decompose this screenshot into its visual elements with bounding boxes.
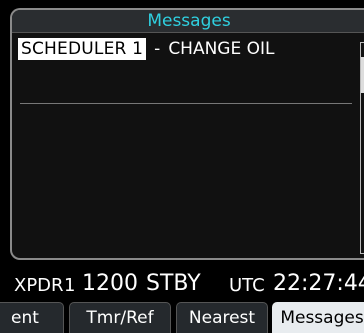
messages-window-title: Messages — [12, 10, 364, 33]
message-separator: - — [154, 39, 161, 59]
message-list: SCHEDULER 1- CHANGE OIL — [18, 36, 364, 256]
message-row[interactable]: SCHEDULER 1- CHANGE OIL — [18, 36, 275, 62]
message-source[interactable]: SCHEDULER 1 — [18, 38, 147, 60]
xpdr-mode: STBY — [146, 271, 201, 296]
utc-label: UTC — [229, 275, 265, 296]
squawk-code: 1200 — [82, 271, 138, 296]
tab-messages[interactable]: Messages — [272, 302, 364, 333]
tab-bar: ent Tmr/Ref Nearest Messages — [0, 300, 364, 333]
utc-time: 22:27:44 — [273, 271, 364, 296]
tab-nearest[interactable]: Nearest — [176, 302, 268, 333]
tab-ent[interactable]: ent — [0, 302, 64, 333]
display-screen: Messages SCHEDULER 1- CHANGE OIL XPDR 1 1… — [0, 0, 364, 333]
status-bar: XPDR 1 1200 STBY UTC 22:27:44 — [0, 266, 364, 300]
xpdr-id: 1 — [64, 275, 76, 296]
xpdr-label: XPDR — [14, 275, 64, 296]
messages-window: Messages SCHEDULER 1- CHANGE OIL — [10, 8, 364, 260]
scrollbar[interactable] — [360, 42, 364, 254]
message-divider — [20, 103, 352, 104]
message-text: CHANGE OIL — [168, 39, 275, 59]
tab-tmr-ref[interactable]: Tmr/Ref — [69, 302, 171, 333]
